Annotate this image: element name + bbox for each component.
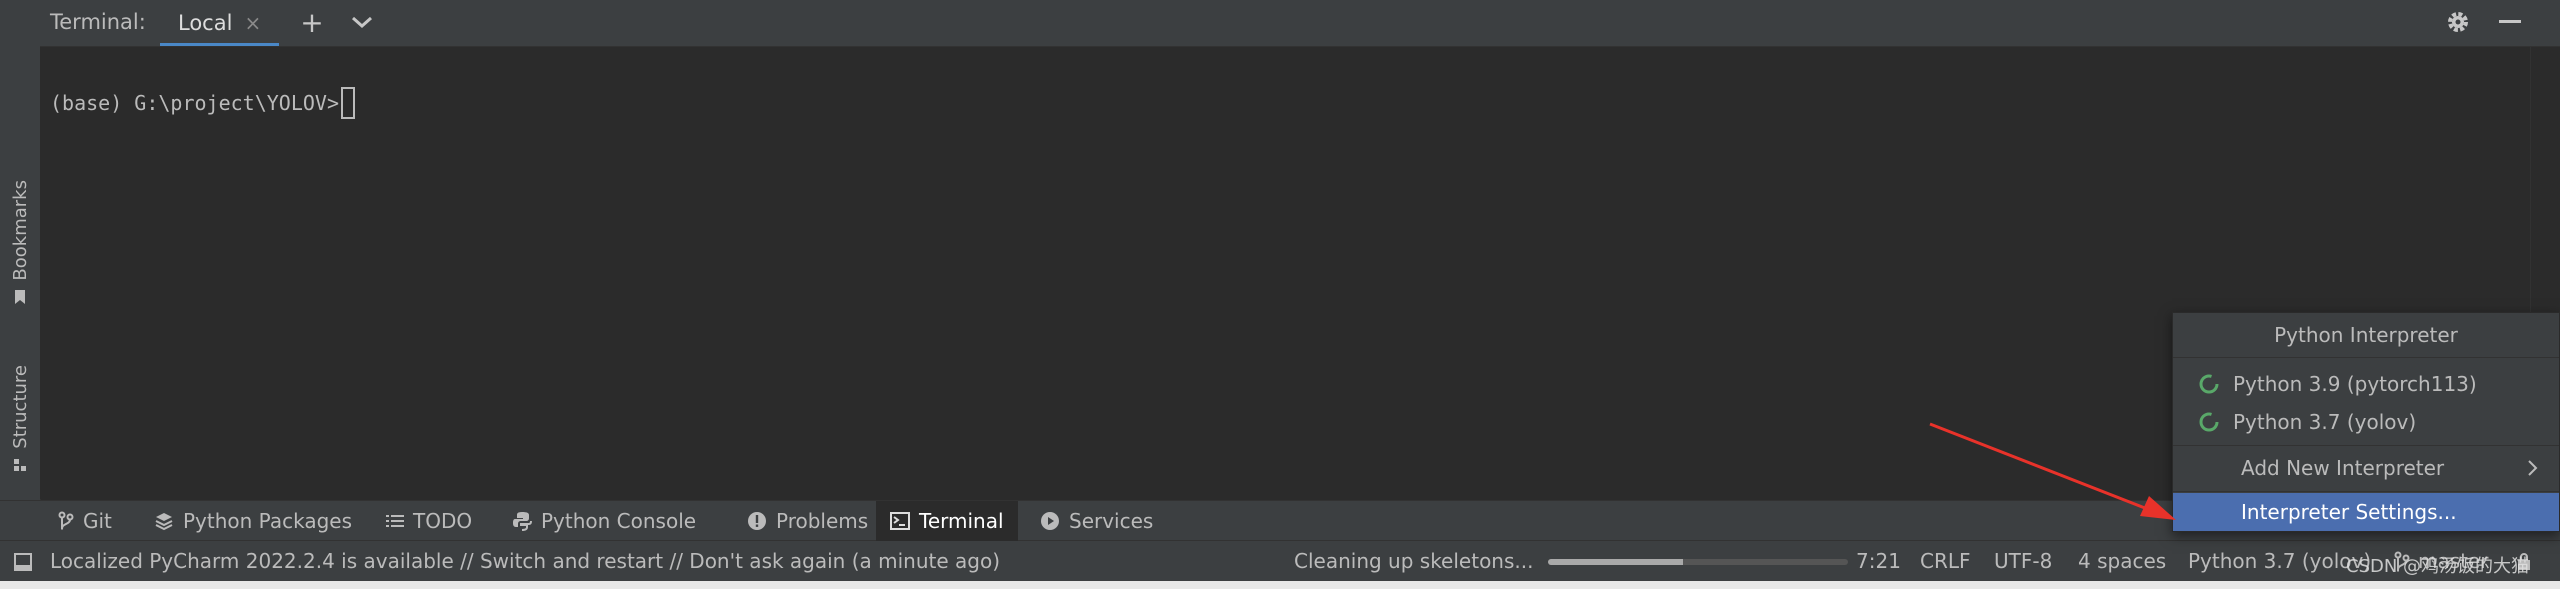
tool-services-label: Services: [1069, 509, 1154, 533]
tool-services[interactable]: Services: [1026, 501, 1167, 541]
interpreter-option-label: Python 3.7 (yolov): [2233, 410, 2417, 434]
add-tab-button[interactable]: +: [296, 5, 328, 39]
close-icon[interactable]: ×: [244, 11, 261, 35]
chevron-right-icon: [2528, 460, 2538, 476]
left-tool-strip: Bookmarks Structure: [0, 0, 41, 500]
layers-icon: [155, 513, 173, 531]
status-bar: Localized PyCharm 2022.2.4 is available …: [0, 541, 2560, 581]
add-new-interpreter-label: Add New Interpreter: [2241, 456, 2445, 480]
settings-button[interactable]: [2442, 6, 2474, 38]
tool-terminal[interactable]: Terminal: [876, 501, 1018, 541]
status-message[interactable]: Localized PyCharm 2022.2.4 is available …: [50, 549, 1000, 573]
tool-python-packages-label: Python Packages: [183, 509, 353, 533]
interpreter-settings-label: Interpreter Settings...: [2241, 500, 2457, 524]
terminal-content[interactable]: (base) G:\project\YOLOV>: [40, 47, 2530, 499]
caret-position[interactable]: 7:21: [1856, 549, 1901, 573]
python-icon: [513, 512, 532, 531]
indent-setting[interactable]: 4 spaces: [2078, 549, 2166, 573]
window-bottom-edge: [0, 581, 2560, 589]
interpreter-option-label: Python 3.9 (pytorch113): [2233, 372, 2477, 396]
tool-python-console[interactable]: Python Console: [498, 501, 710, 541]
structure-icon: [14, 458, 26, 471]
info-icon: [748, 512, 766, 530]
git-branch-icon: [58, 511, 74, 530]
tool-git[interactable]: Git: [44, 501, 126, 541]
services-play-icon: [1041, 512, 1059, 530]
minimize-icon: [2499, 20, 2521, 23]
python-sdk-icon: [2199, 374, 2219, 394]
tool-python-console-label: Python Console: [541, 509, 697, 533]
watermark: CSDN @鸡汤饭的大猫: [2346, 556, 2530, 577]
line-separator[interactable]: CRLF: [1920, 549, 1971, 573]
popup-divider: [2173, 491, 2559, 492]
structure-label: Structure: [9, 365, 31, 449]
shell-prompt: (base) G:\project\YOLOV>: [50, 87, 355, 119]
popup-title: Python Interpreter: [2173, 313, 2559, 358]
minimize-button[interactable]: [2494, 6, 2526, 38]
file-encoding[interactable]: UTF-8: [1994, 549, 2052, 573]
add-new-interpreter[interactable]: Add New Interpreter: [2173, 449, 2559, 487]
tool-python-packages[interactable]: Python Packages: [140, 501, 366, 541]
background-task: Cleaning up skeletons...: [1294, 549, 1534, 573]
python-interpreter-popup: Python Interpreter Python 3.9 (pytorch11…: [2172, 312, 2560, 532]
bookmark-icon: [15, 289, 25, 304]
toggle-tool-windows-icon[interactable]: [14, 553, 32, 571]
gear-icon: [2448, 12, 2468, 32]
chevron-down-icon: [352, 16, 372, 29]
list-icon: [386, 515, 404, 527]
tab-list-button[interactable]: [346, 6, 378, 38]
tool-git-label: Git: [83, 509, 112, 533]
interpreter-option-2[interactable]: Python 3.7 (yolov): [2173, 403, 2559, 441]
task-progress-fill: [1548, 559, 1683, 565]
tool-todo[interactable]: TODO: [372, 501, 486, 541]
terminal-header: Terminal: Local × +: [40, 0, 2560, 47]
plus-icon: +: [300, 5, 324, 39]
tool-problems[interactable]: Problems: [733, 501, 882, 541]
tab-local[interactable]: Local ×: [160, 0, 280, 46]
terminal-icon: [890, 512, 910, 530]
structure-tab[interactable]: Structure: [4, 365, 36, 473]
tool-terminal-label: Terminal: [919, 509, 1004, 533]
tab-local-label: Local: [178, 11, 233, 35]
python-sdk-icon: [2199, 412, 2219, 432]
bookmarks-label: Bookmarks: [9, 180, 31, 281]
interpreter-option-1[interactable]: Python 3.9 (pytorch113): [2173, 365, 2559, 403]
terminal-cursor: [340, 87, 355, 119]
terminal-title: Terminal:: [50, 10, 146, 34]
prompt-text: (base) G:\project\YOLOV>: [50, 91, 339, 115]
ide-window: Bookmarks Structure Terminal: Local × +: [0, 0, 2560, 589]
interpreter-status[interactable]: Python 3.7 (yolov): [2188, 549, 2371, 573]
interpreter-settings[interactable]: Interpreter Settings...: [2173, 493, 2559, 531]
task-progress-bar: [1548, 559, 1848, 565]
tool-problems-label: Problems: [776, 509, 869, 533]
bookmarks-tab[interactable]: Bookmarks: [4, 180, 36, 305]
tool-todo-label: TODO: [413, 509, 473, 533]
popup-divider: [2173, 445, 2559, 446]
